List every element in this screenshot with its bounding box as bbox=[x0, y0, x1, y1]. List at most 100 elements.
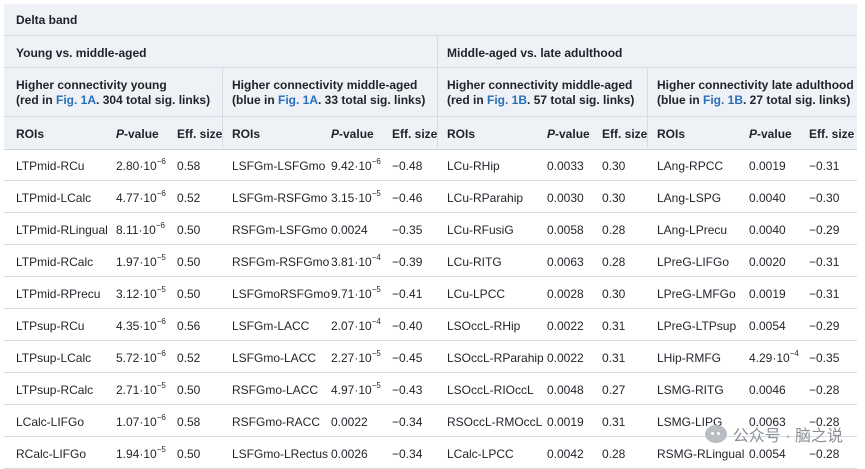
roi-cell: RSFGm-RSFGmo bbox=[232, 255, 330, 269]
p-value-cell: 0.0019 bbox=[547, 415, 584, 429]
roi-cell: LCu-RHip bbox=[447, 159, 500, 173]
roi-cell: LSMG-RITG bbox=[657, 383, 724, 397]
p-value-cell: 0.0046 bbox=[749, 383, 786, 397]
p-value-cell: 0.0024 bbox=[331, 223, 368, 237]
band-title-row: Delta band bbox=[4, 4, 857, 35]
col-header-rois: ROIs bbox=[16, 127, 45, 141]
table-row: LTPmid-RCu 2.80·10−6 0.58 LSFGm-LSFGmo 9.42·… bbox=[4, 148, 857, 181]
roi-cell: LTPmid-RPrecu bbox=[16, 287, 101, 301]
table-row: LTPmid-LCalc 4.77·10−6 0.52 LSFGm-RSFGmo 3.1… bbox=[4, 180, 857, 213]
col-header-eff-size: Eff. size bbox=[177, 127, 223, 141]
roi-cell: LSFGmo-LRectus bbox=[232, 447, 329, 461]
roi-cell: LTPmid-LCalc bbox=[16, 191, 92, 205]
p-value-cell: 0.0019 bbox=[749, 159, 786, 173]
p-value-cell: 0.0040 bbox=[749, 223, 786, 237]
p-value-cell: 0.0030 bbox=[547, 191, 584, 205]
eff-size-cell: 0.27 bbox=[602, 383, 626, 397]
group-young-vs-middle: Young vs. middle-aged bbox=[16, 46, 147, 60]
p-value-cell: 0.0026 bbox=[331, 447, 368, 461]
eff-size-cell: −0.45 bbox=[392, 351, 423, 365]
eff-size-cell: −0.30 bbox=[809, 191, 840, 205]
roi-cell: LSFGm-LSFGmo bbox=[232, 159, 326, 173]
roi-cell: LCu-RParahip bbox=[447, 191, 524, 205]
fig-1a-link[interactable]: Fig. 1A bbox=[56, 93, 96, 107]
eff-size-cell: −0.39 bbox=[392, 255, 423, 269]
fig-1b-link[interactable]: Fig. 1B bbox=[703, 93, 743, 107]
eff-size-cell: 0.30 bbox=[602, 287, 626, 301]
eff-size-cell: 0.28 bbox=[602, 255, 626, 269]
col-header-p-value: P-value bbox=[116, 127, 159, 141]
col-divider bbox=[647, 67, 648, 148]
p-value-cell: 0.0022 bbox=[547, 319, 584, 333]
band-title: Delta band bbox=[16, 13, 78, 27]
col-header-rois: ROIs bbox=[657, 127, 686, 141]
roi-cell: LTPsup-RCu bbox=[16, 319, 85, 333]
roi-cell: LTPmid-RCalc bbox=[16, 255, 94, 269]
roi-cell: LPreG-LTPsup bbox=[657, 319, 737, 333]
roi-cell: LCu-LPCC bbox=[447, 287, 506, 301]
p-value-cell: 0.0058 bbox=[547, 223, 584, 237]
roi-cell: LSFGmo-LACC bbox=[232, 351, 317, 365]
eff-size-cell: 0.28 bbox=[602, 223, 626, 237]
p-value-cell: 0.0042 bbox=[547, 447, 584, 461]
p-value-cell: 8.11·10−6 bbox=[116, 221, 165, 238]
roi-cell: RCalc-LIFGo bbox=[16, 447, 87, 461]
eff-size-cell: 0.50 bbox=[177, 383, 201, 397]
roi-cell: LTPsup-RCalc bbox=[16, 383, 94, 397]
p-value-cell: 5.72·10−6 bbox=[116, 349, 166, 366]
col-header-rois: ROIs bbox=[232, 127, 261, 141]
roi-cell: LHip-RMFG bbox=[657, 351, 722, 365]
p-value-cell: 3.15·10−5 bbox=[331, 189, 381, 206]
fig-1b-link[interactable]: Fig. 1B bbox=[487, 93, 527, 107]
p-value-cell: 9.42·10−6 bbox=[331, 157, 381, 174]
eff-size-cell: 0.52 bbox=[177, 351, 201, 365]
p-value-cell: 0.0054 bbox=[749, 319, 786, 333]
roi-cell: LSFGm-LACC bbox=[232, 319, 310, 333]
group-header-row: Young vs. middle-aged Middle-aged vs. la… bbox=[4, 35, 857, 68]
eff-size-cell: −0.31 bbox=[809, 159, 840, 173]
roi-cell: LCalc-LIFGo bbox=[16, 415, 85, 429]
eff-size-cell: −0.28 bbox=[809, 447, 840, 461]
p-value-cell: 4.97·10−5 bbox=[331, 381, 381, 398]
column-header-row: ROIs P-value Eff. size ROIs P-value Eff. size… bbox=[4, 116, 857, 150]
fig-1a-link[interactable]: Fig. 1A bbox=[278, 93, 318, 107]
p-value-cell: 2.80·10−6 bbox=[116, 157, 166, 174]
roi-cell: RSOccL-RMOccL bbox=[447, 415, 543, 429]
p-value-cell: 2.71·10−5 bbox=[116, 381, 166, 398]
roi-cell: LCalc-LPCC bbox=[447, 447, 514, 461]
p-value-cell: 0.0022 bbox=[331, 415, 368, 429]
eff-size-cell: −0.28 bbox=[809, 383, 840, 397]
delta-band-table: Delta band Young vs. middle-aged Middle-… bbox=[4, 4, 857, 469]
roi-cell: RSFGmo-RACC bbox=[232, 415, 321, 429]
watermark-text: 公众号 · 脑之说 bbox=[732, 428, 843, 445]
eff-size-cell: −0.43 bbox=[392, 383, 423, 397]
roi-cell: LAng-LSPG bbox=[657, 191, 722, 205]
col-header-rois: ROIs bbox=[447, 127, 476, 141]
eff-size-cell: 0.50 bbox=[177, 287, 201, 301]
eff-size-cell: −0.35 bbox=[392, 223, 423, 237]
col-header-p-value: P-value bbox=[749, 127, 792, 141]
roi-cell: RSMG-RLingual bbox=[657, 447, 745, 461]
roi-cell: LTPmid-RLingual bbox=[16, 223, 108, 237]
subheader-middle-a: Higher connectivity middle-aged (blue in… bbox=[232, 78, 426, 107]
roi-cell: RSFGm-LSFGmo bbox=[232, 223, 328, 237]
eff-size-cell: 0.28 bbox=[602, 447, 626, 461]
eff-size-cell: 0.50 bbox=[177, 255, 201, 269]
eff-size-cell: 0.30 bbox=[602, 191, 626, 205]
subheader-middle-b: Higher connectivity middle-aged (red in … bbox=[447, 78, 635, 107]
eff-size-cell: −0.34 bbox=[392, 415, 423, 429]
roi-cell: LPreG-LMFGo bbox=[657, 287, 736, 301]
eff-size-cell: −0.46 bbox=[392, 191, 423, 205]
eff-size-cell: −0.40 bbox=[392, 319, 423, 333]
p-value-cell: 2.07·10−4 bbox=[331, 317, 381, 334]
eff-size-cell: −0.31 bbox=[809, 255, 840, 269]
roi-cell: LSFGm-RSFGmo bbox=[232, 191, 328, 205]
p-value-cell: 4.77·10−6 bbox=[116, 189, 166, 206]
roi-cell: RSFGmo-LACC bbox=[232, 383, 319, 397]
eff-size-cell: 0.30 bbox=[602, 159, 626, 173]
p-value-cell: 0.0022 bbox=[547, 351, 584, 365]
p-value-cell: 1.07·10−6 bbox=[116, 413, 166, 430]
p-value-cell: 0.0019 bbox=[749, 287, 786, 301]
roi-cell: LCu-RITG bbox=[447, 255, 502, 269]
eff-size-cell: 0.31 bbox=[602, 351, 626, 365]
